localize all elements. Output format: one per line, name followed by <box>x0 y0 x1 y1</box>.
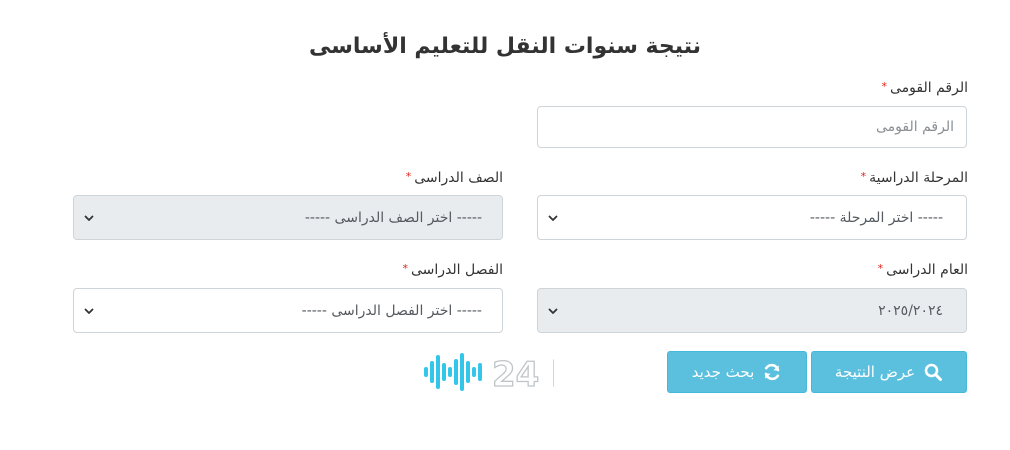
stage-label: المرحلة الدراسية* <box>861 170 968 186</box>
show-result-button[interactable]: عرض النتيجة <box>811 351 967 393</box>
national-id-label-text: الرقم القومى <box>890 80 968 96</box>
grade-label: الصف الدراسى* <box>406 170 503 186</box>
chevron-down-icon <box>84 308 94 314</box>
search-icon <box>924 363 943 381</box>
national-id-input[interactable] <box>537 106 967 148</box>
national-id-label: الرقم القومى* <box>882 80 968 96</box>
term-select[interactable]: ----- اختر الفصل الدراسى ----- <box>73 288 503 333</box>
required-mark: * <box>405 170 412 183</box>
required-mark: * <box>877 262 884 275</box>
chevron-down-icon <box>548 215 558 221</box>
show-result-label: عرض النتيجة <box>834 363 916 381</box>
year-label: العام الدراسى* <box>878 262 968 278</box>
page-title: نتيجة سنوات النقل للتعليم الأساسى <box>309 34 701 59</box>
required-mark: * <box>881 80 888 93</box>
term-label: الفصل الدراسى* <box>403 262 503 278</box>
grade-label-text: الصف الدراسى <box>414 170 503 186</box>
year-select-value: ٢٠٢٥/٢٠٢٤ <box>878 302 943 319</box>
term-label-text: الفصل الدراسى <box>411 262 503 278</box>
chevron-down-icon <box>548 308 558 314</box>
grade-select[interactable]: ----- اختر الصف الدراسى ----- <box>73 195 503 240</box>
new-search-button[interactable]: بحث جديد <box>667 351 807 393</box>
grade-select-value: ----- اختر الصف الدراسى ----- <box>304 209 482 226</box>
stage-select-value: ----- اختر المرحلة ----- <box>809 209 943 226</box>
year-select[interactable]: ٢٠٢٥/٢٠٢٤ <box>537 288 967 333</box>
watermark-text: 24 أقرا <box>492 352 554 395</box>
term-select-value: ----- اختر الفصل الدراسى ----- <box>301 302 482 319</box>
stage-select[interactable]: ----- اختر المرحلة ----- <box>537 195 967 240</box>
watermark-logo: 24 أقرا <box>424 351 554 396</box>
required-mark: * <box>860 170 867 183</box>
new-search-label: بحث جديد <box>691 363 755 381</box>
chevron-down-icon <box>84 215 94 221</box>
required-mark: * <box>402 262 409 275</box>
year-label-text: العام الدراسى <box>886 262 968 278</box>
refresh-icon <box>764 363 780 381</box>
page: نتيجة سنوات النقل للتعليم الأساسى الرقم … <box>0 0 1010 450</box>
stage-label-text: المرحلة الدراسية <box>869 170 968 186</box>
